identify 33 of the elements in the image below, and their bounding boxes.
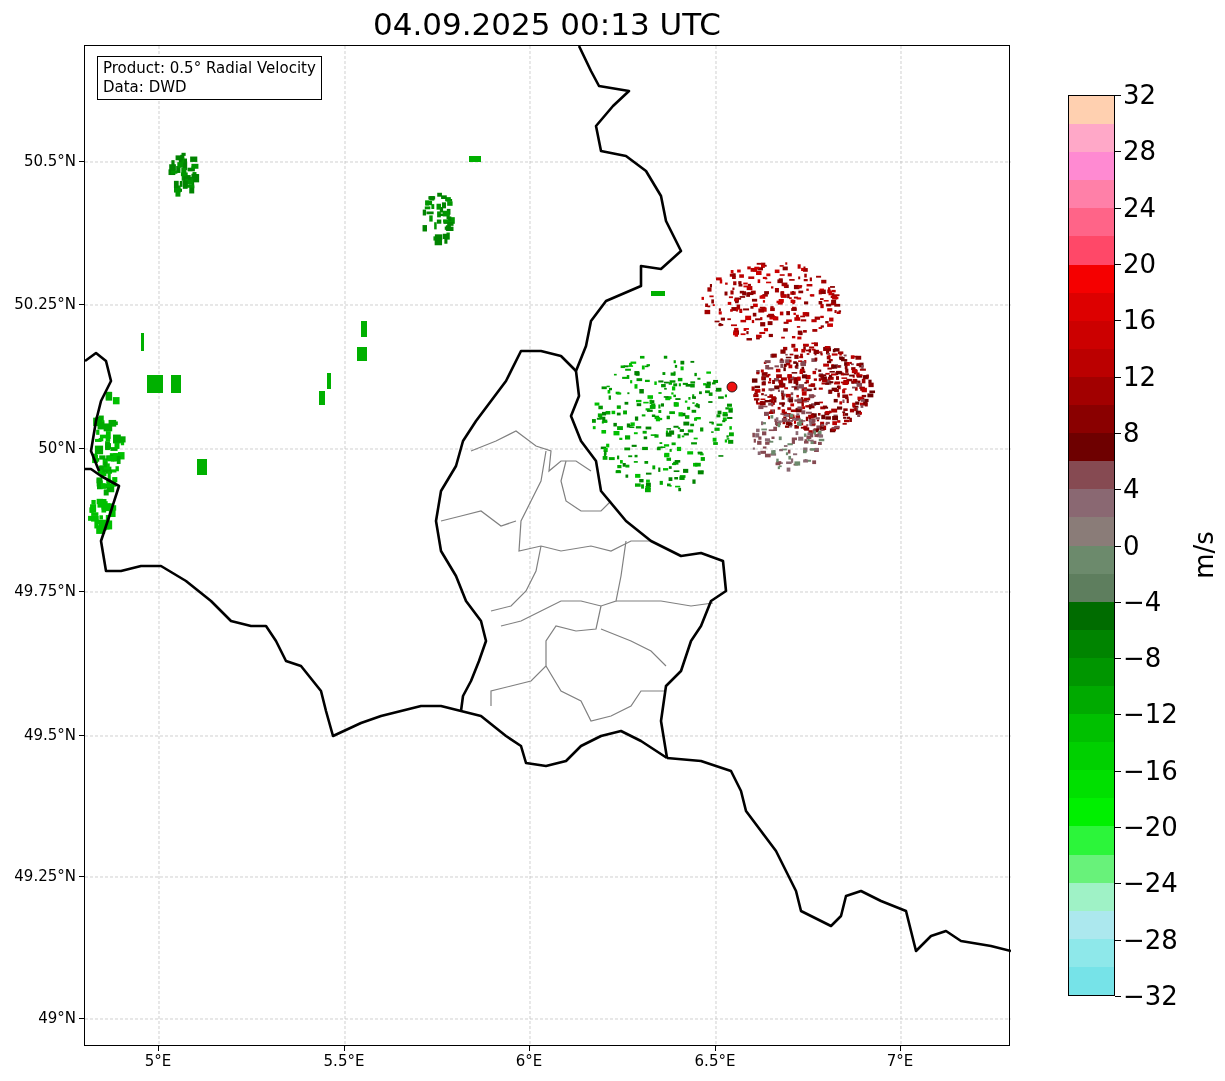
axis-tick-label: 5.5°E — [322, 1052, 366, 1070]
colorbar-tick-label: 8 — [1123, 417, 1140, 448]
axis-tick-label: 6.5°E — [693, 1052, 737, 1070]
axis-tick-label: 5°E — [143, 1052, 173, 1070]
colorbar-tick-label: 28 — [1123, 136, 1157, 167]
axis-tick-label: 50.25°N — [14, 295, 76, 313]
colorbar-tick-label: −32 — [1123, 981, 1178, 1011]
axis-tick-label: 49.25°N — [14, 867, 76, 885]
axis-tick-label: 49°N — [38, 1009, 76, 1027]
colorbar-tick-label: 4 — [1123, 474, 1140, 505]
map-title: 04.09.2025 00:13 UTC — [372, 5, 722, 44]
axis-tick-label: 6°E — [514, 1052, 544, 1070]
axis-tick-label: 49.75°N — [14, 582, 76, 600]
axis-tick-label: 50.5°N — [23, 152, 76, 170]
colorbar-tick-label: −8 — [1123, 643, 1162, 674]
colorbar-tick-label: −4 — [1123, 586, 1162, 617]
axis-tick-label: 50°N — [38, 439, 76, 457]
colorbar-tick-label: 20 — [1123, 248, 1157, 279]
colorbar-tick-label: 0 — [1123, 530, 1140, 561]
radar-site-marker — [726, 381, 738, 393]
info-box: Product: 0.5° Radial Velocity Data: DWD — [97, 56, 322, 100]
colorbar-tick-label: −12 — [1123, 699, 1178, 730]
colorbar-tick-label: 24 — [1123, 192, 1157, 223]
colorbar-tick-label: −28 — [1123, 924, 1178, 955]
colorbar-label: m/s — [1189, 531, 1219, 579]
colorbar-tick-label: −16 — [1123, 755, 1178, 786]
colorbar-tick-label: 16 — [1123, 305, 1157, 336]
axis-tick-label: 49.5°N — [23, 726, 76, 744]
colorbar-tick-label: −24 — [1123, 868, 1178, 899]
colorbar-tick-label: 32 — [1123, 80, 1157, 110]
axis-tick-label: 7°E — [885, 1052, 915, 1070]
colorbar-tick-label: 12 — [1123, 361, 1157, 392]
colorbar-tick-label: −20 — [1123, 812, 1178, 843]
